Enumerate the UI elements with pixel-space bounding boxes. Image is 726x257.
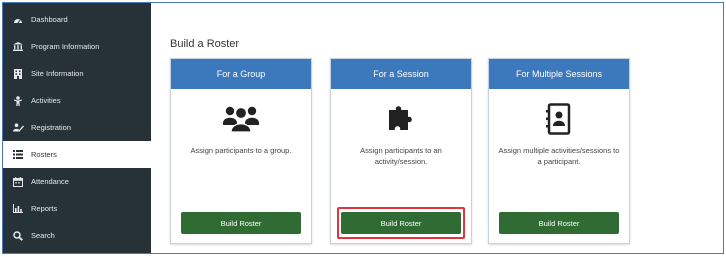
sidebar-item-dashboard[interactable]: Dashboard [3,6,151,33]
sidebar-item-label: Attendance [31,177,69,186]
sidebar-item-attendance[interactable]: Attendance [3,168,151,195]
roster-card-session: For a Session Assign participants to an … [330,58,472,244]
sidebar-item-program-information[interactable]: Program Information [3,33,151,60]
build-roster-group-button[interactable]: Build Roster [181,212,301,234]
sidebar-item-label: Dashboard [31,15,68,24]
sidebar-item-label: Site Information [31,69,84,78]
highlighted-button-outline: Build Roster [337,207,465,239]
build-roster-session-button[interactable]: Build Roster [341,212,461,234]
button-wrapper: Build Roster [495,207,623,239]
card-description: Assign participants to a group. [190,146,292,155]
dashboard-icon [12,15,24,25]
card-description: Assign participants to an activity/sessi… [360,146,442,166]
card-description: Assign multiple activities/sessions to a… [498,146,620,166]
sidebar-item-label: Rosters [31,150,57,159]
sidebar-item-label: Reports [31,204,58,213]
sidebar-item-label: Program Information [31,42,100,51]
search-icon [12,230,24,241]
sidebar-item-activities[interactable]: Activities [3,87,151,114]
institution-icon [12,42,24,52]
calendar-icon [12,176,24,187]
button-wrapper: Build Roster [177,207,305,239]
list-icon [12,150,24,160]
build-roster-multiple-button[interactable]: Build Roster [499,212,619,234]
users-icon [171,103,311,133]
sidebar-item-label: Search [31,231,55,240]
sidebar-item-label: Activities [31,96,61,105]
sidebar-item-registration[interactable]: Registration [3,114,151,141]
roster-card-multiple-sessions: For Multiple Sessions Assign multiple ac… [488,58,630,244]
child-icon [12,95,24,106]
card-header: For Multiple Sessions [489,59,629,89]
sidebar-item-site-information[interactable]: Site Information [3,60,151,87]
sidebar-item-reports[interactable]: Reports [3,195,151,222]
sidebar-item-rosters[interactable]: Rosters [3,141,151,168]
bar-chart-icon [12,204,24,214]
address-book-icon [489,103,629,135]
page-title: Build a Roster [170,38,240,50]
sidebar-item-label: Registration [31,123,72,132]
roster-card-group: For a Group Assign participants to a gro… [170,58,312,244]
card-header: For a Group [171,59,311,89]
card-header: For a Session [331,59,471,89]
sidebar-item-search[interactable]: Search [3,222,151,249]
puzzle-piece-icon [331,103,471,133]
sidebar: Dashboard Program Information Site Infor… [3,3,151,253]
building-icon [12,68,24,79]
registration-icon [12,123,24,133]
